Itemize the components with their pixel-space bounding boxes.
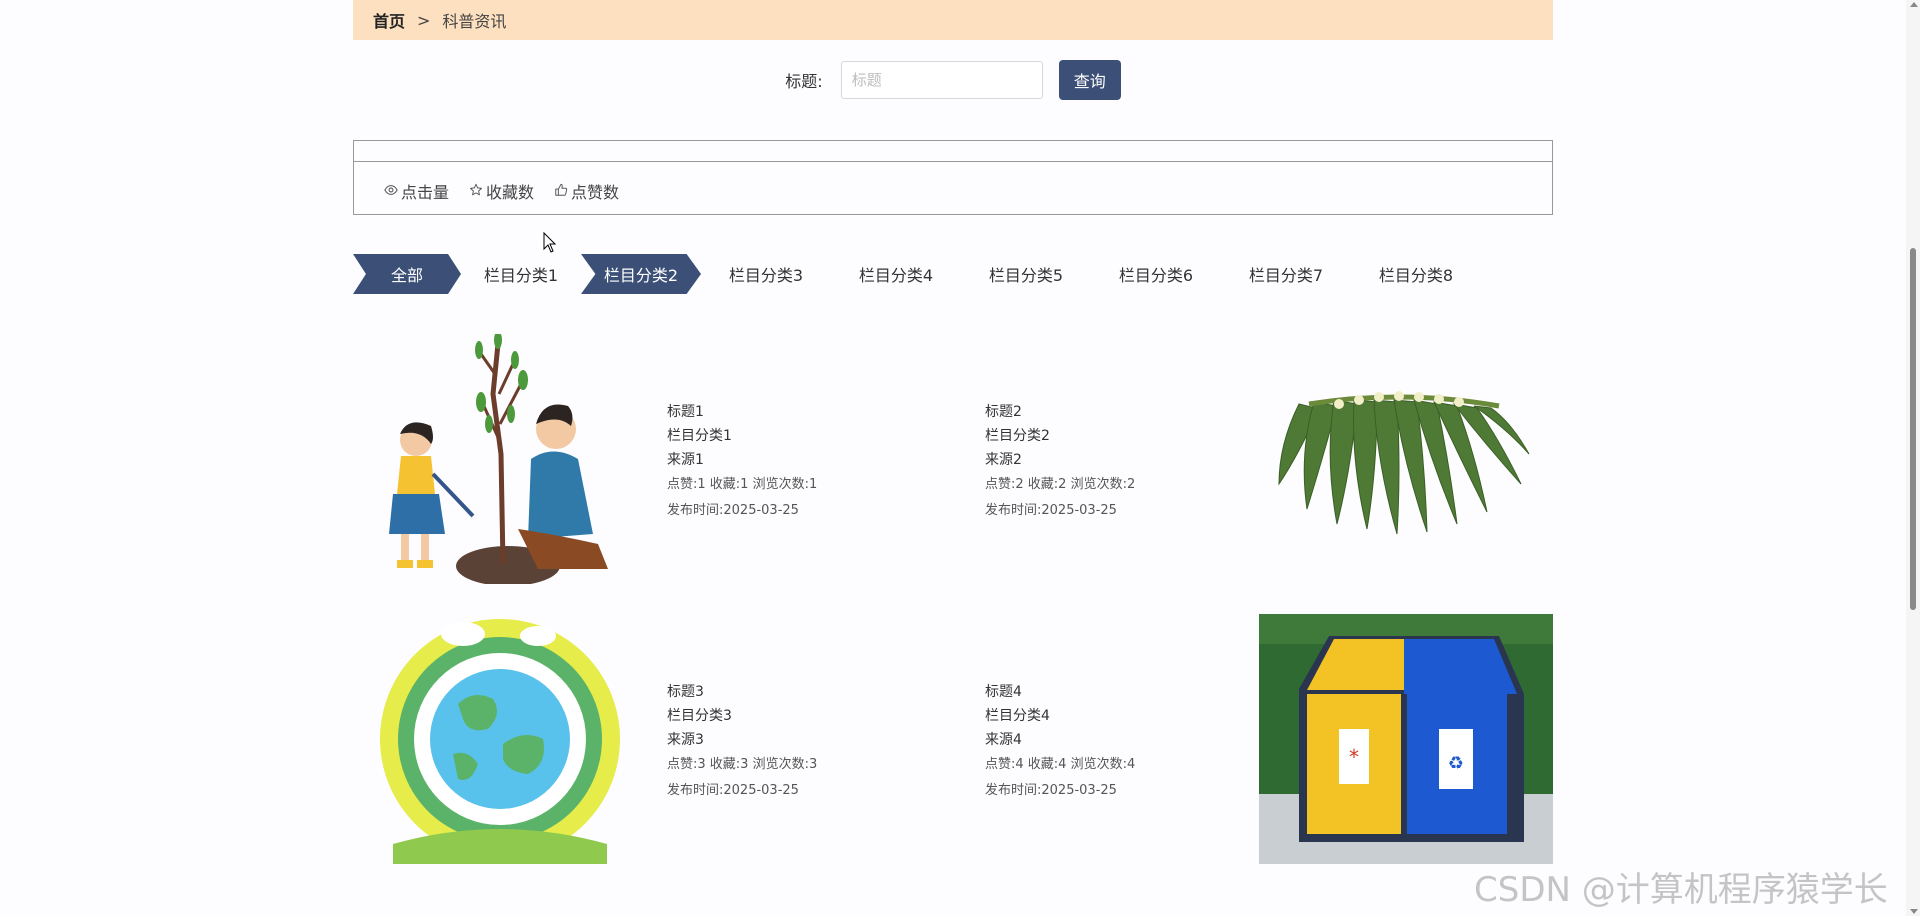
article-stats: 点赞:3 收藏:3 浏览次数:3 bbox=[667, 757, 818, 772]
article-category: 栏目分类4 bbox=[985, 708, 1050, 724]
article-date: 发布时间:2025-03-25 bbox=[985, 503, 1117, 518]
tab-all[interactable]: 全部 bbox=[353, 254, 461, 294]
sort-label: 收藏数 bbox=[486, 183, 535, 202]
tab-category-4[interactable]: 栏目分类4 bbox=[831, 254, 961, 294]
svg-text:*: * bbox=[1349, 745, 1359, 769]
earth-image[interactable] bbox=[353, 614, 647, 864]
article-info: 标题3 栏目分类3 来源3 点赞:3 收藏:3 浏览次数:3 发布时间:2025… bbox=[667, 680, 817, 804]
article-card[interactable]: 标题1 栏目分类1 来源1 点赞:1 收藏:1 浏览次数:1 发布时间:2025… bbox=[353, 331, 953, 586]
vertical-scrollbar[interactable] bbox=[1906, 0, 1920, 916]
article-stats: 点赞:4 收藏:4 浏览次数:4 bbox=[985, 757, 1136, 772]
article-source: 来源2 bbox=[985, 452, 1022, 468]
article-source: 来源3 bbox=[667, 732, 704, 748]
article-source: 来源4 bbox=[985, 732, 1022, 748]
breadcrumb-current: 科普资讯 bbox=[442, 12, 507, 31]
title-label: 标题: bbox=[785, 72, 823, 91]
article-info: 标题1 栏目分类1 来源1 点赞:1 收藏:1 浏览次数:1 发布时间:2025… bbox=[667, 400, 817, 524]
sort-divider bbox=[354, 161, 1552, 162]
recycle-bins-image[interactable]: * ♻ bbox=[1259, 614, 1553, 864]
watermark: CSDN @计算机程序猿学长 bbox=[1474, 870, 1888, 910]
sort-options: 点击量 收藏数 点赞数 bbox=[384, 179, 619, 203]
category-tabs: 全部 栏目分类1 栏目分类2 栏目分类3 栏目分类4 栏目分类5 栏目分类6 栏… bbox=[353, 254, 1481, 294]
tab-category-1[interactable]: 栏目分类1 bbox=[461, 254, 581, 294]
scrollbar-down-arrow[interactable] bbox=[1910, 909, 1918, 914]
scrollbar-up-arrow[interactable] bbox=[1910, 2, 1918, 7]
article-category: 栏目分类2 bbox=[985, 428, 1050, 444]
tab-category-3[interactable]: 栏目分类3 bbox=[701, 254, 831, 294]
sort-box: 点击量 收藏数 点赞数 bbox=[353, 140, 1553, 215]
article-title[interactable]: 标题1 bbox=[667, 400, 817, 424]
svg-text:♻: ♻ bbox=[1448, 753, 1464, 774]
tree-planting-image[interactable] bbox=[353, 331, 647, 586]
mouse-cursor bbox=[543, 231, 557, 258]
article-stats: 点赞:2 收藏:2 浏览次数:2 bbox=[985, 477, 1136, 492]
star-icon bbox=[469, 182, 483, 201]
article-info: 标题4 栏目分类4 来源4 点赞:4 收藏:4 浏览次数:4 发布时间:2025… bbox=[985, 680, 1135, 804]
article-category: 栏目分类3 bbox=[667, 708, 732, 724]
tab-category-2[interactable]: 栏目分类2 bbox=[581, 254, 701, 294]
sort-label: 点赞数 bbox=[571, 183, 620, 202]
breadcrumb-separator: > bbox=[417, 10, 431, 30]
scrollbar-thumb[interactable] bbox=[1910, 248, 1916, 610]
breadcrumb-home[interactable]: 首页 bbox=[373, 8, 405, 32]
article-date: 发布时间:2025-03-25 bbox=[667, 783, 799, 798]
tab-category-6[interactable]: 栏目分类6 bbox=[1091, 254, 1221, 294]
sort-by-favorites[interactable]: 收藏数 bbox=[469, 179, 534, 203]
article-card[interactable]: 标题4 栏目分类4 来源4 点赞:4 收藏:4 浏览次数:4 发布时间:2025… bbox=[953, 614, 1553, 864]
tab-category-5[interactable]: 栏目分类5 bbox=[961, 254, 1091, 294]
article-title[interactable]: 标题4 bbox=[985, 680, 1135, 704]
sort-by-likes[interactable]: 点赞数 bbox=[554, 179, 619, 203]
thumbs-up-icon bbox=[554, 182, 568, 201]
breadcrumb: 首页 > 科普资讯 bbox=[353, 0, 1553, 40]
article-source: 来源1 bbox=[667, 452, 704, 468]
page-container: 首页 > 科普资讯 标题: 查询 点击量 收藏数 bbox=[353, 0, 1553, 864]
eye-icon bbox=[384, 182, 398, 201]
article-category: 栏目分类1 bbox=[667, 428, 732, 444]
article-date: 发布时间:2025-03-25 bbox=[667, 503, 799, 518]
article-title[interactable]: 标题3 bbox=[667, 680, 817, 704]
article-card[interactable]: 标题3 栏目分类3 来源3 点赞:3 收藏:3 浏览次数:3 发布时间:2025… bbox=[353, 614, 953, 864]
article-card[interactable]: 标题2 栏目分类2 来源2 点赞:2 收藏:2 浏览次数:2 发布时间:2025… bbox=[953, 334, 1553, 584]
title-search-input[interactable] bbox=[840, 61, 1043, 99]
sort-label: 点击量 bbox=[401, 183, 450, 202]
article-date: 发布时间:2025-03-25 bbox=[985, 783, 1117, 798]
article-stats: 点赞:1 收藏:1 浏览次数:1 bbox=[667, 477, 818, 492]
query-button[interactable]: 查询 bbox=[1058, 60, 1121, 100]
article-title[interactable]: 标题2 bbox=[985, 400, 1135, 424]
tab-category-8[interactable]: 栏目分类8 bbox=[1351, 254, 1481, 294]
search-bar: 标题: 查询 bbox=[353, 60, 1553, 100]
leaf-skirt-image[interactable] bbox=[1259, 334, 1553, 584]
tab-category-7[interactable]: 栏目分类7 bbox=[1221, 254, 1351, 294]
article-info: 标题2 栏目分类2 来源2 点赞:2 收藏:2 浏览次数:2 发布时间:2025… bbox=[985, 400, 1135, 524]
sort-by-clicks[interactable]: 点击量 bbox=[384, 179, 449, 203]
